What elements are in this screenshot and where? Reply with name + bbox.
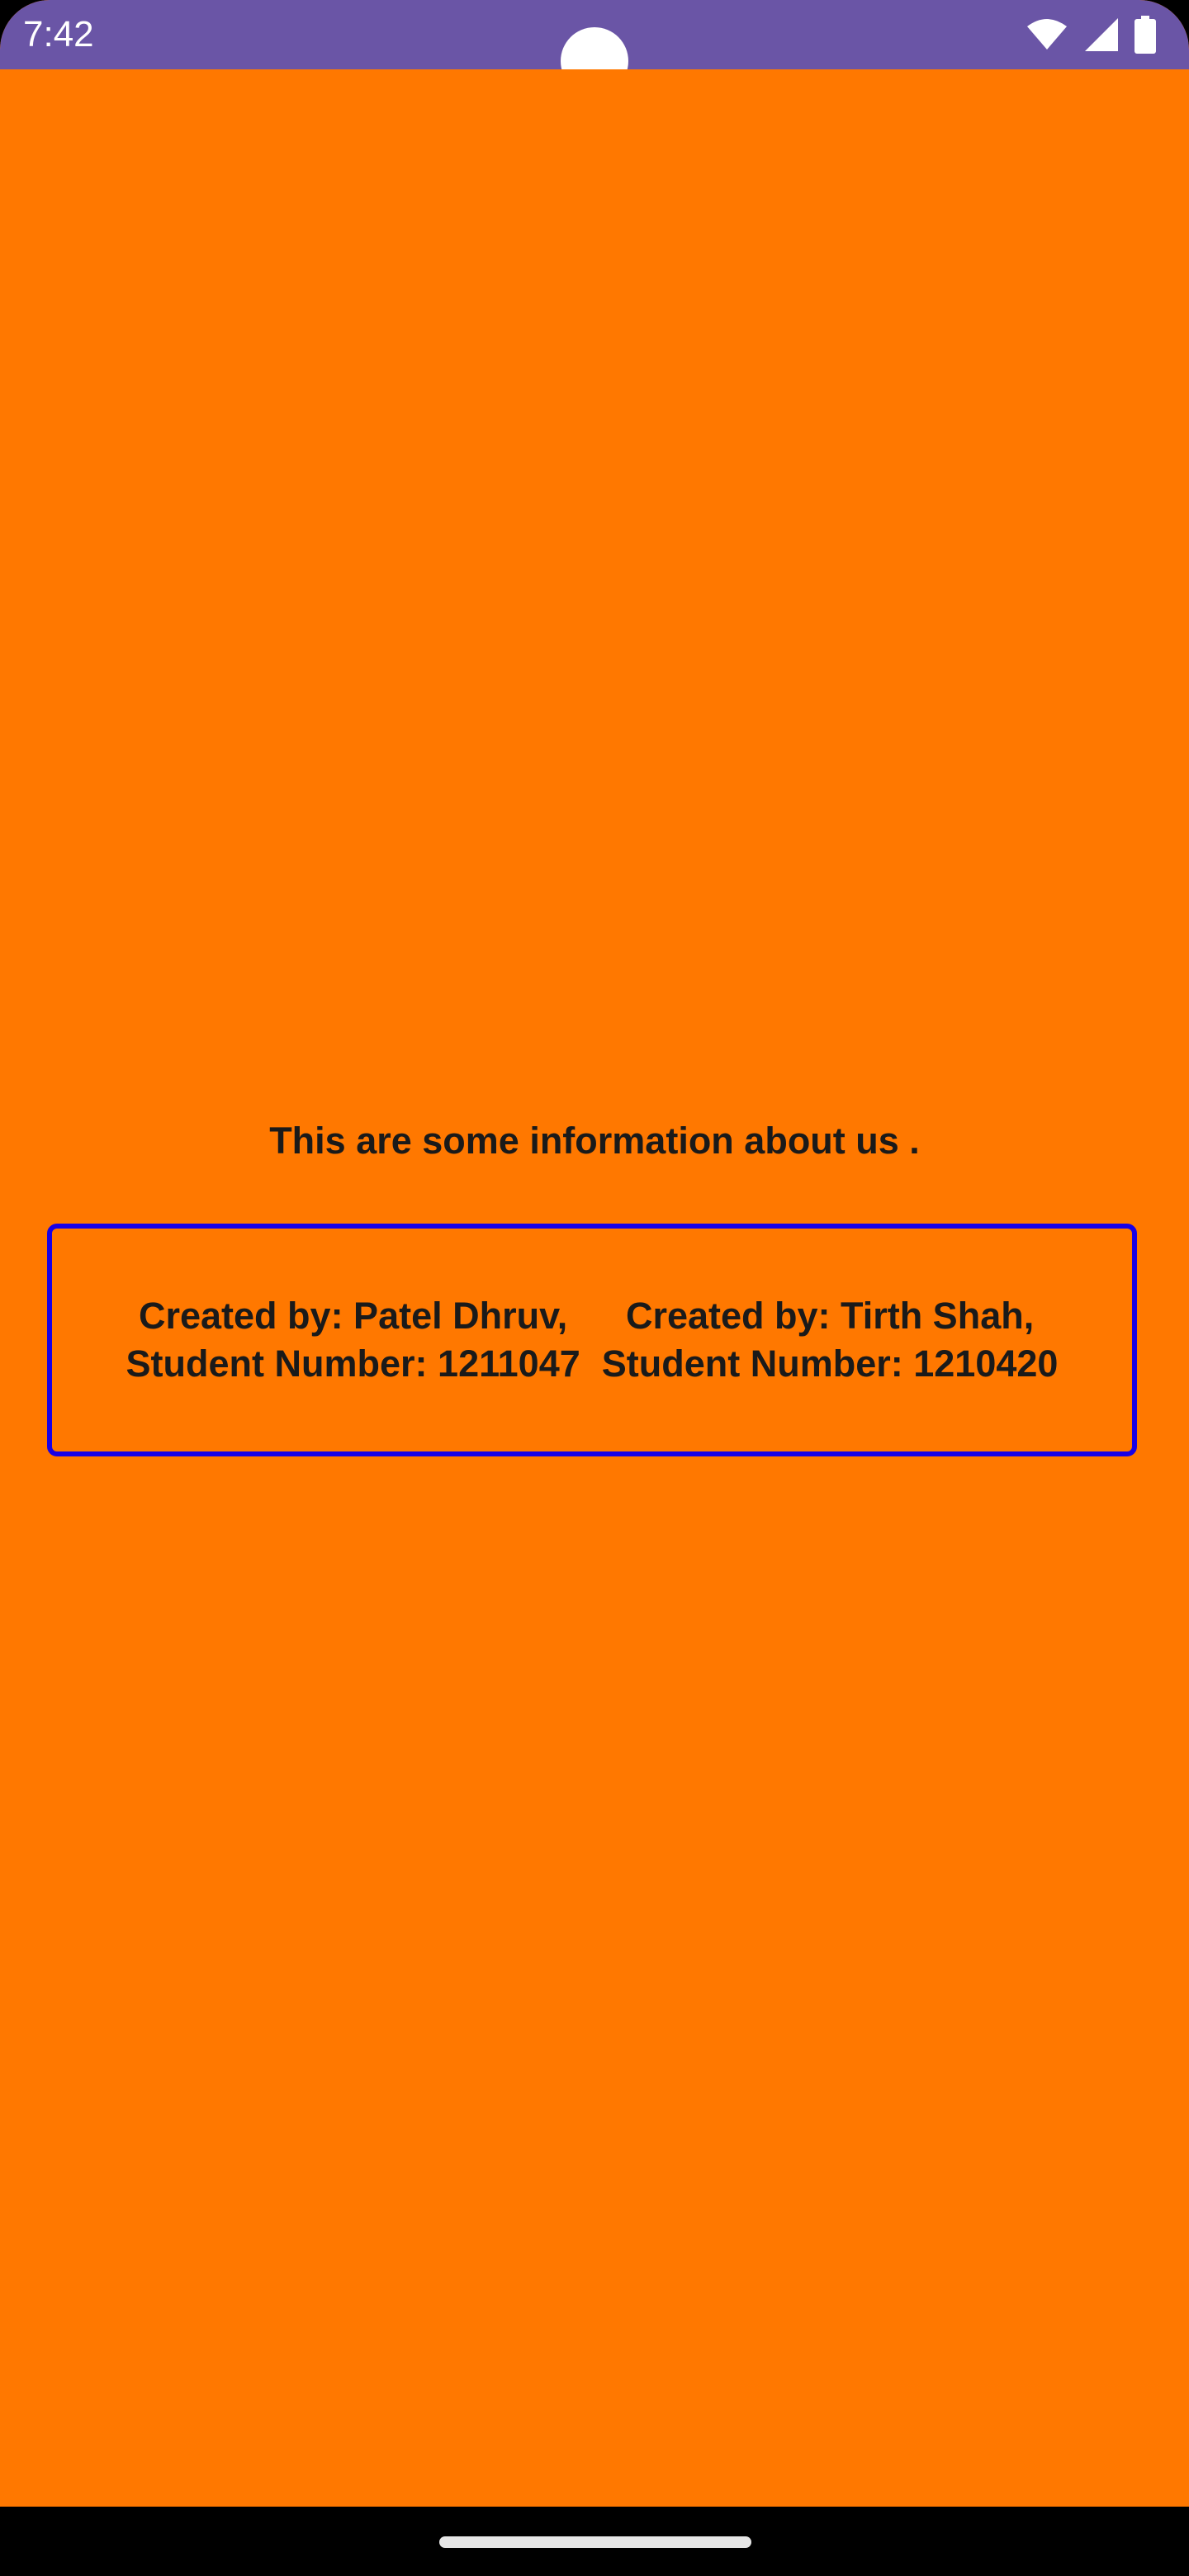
phone-screen: 7:42 This are some information about us …	[0, 0, 1189, 2576]
creator-student-number: Student Number: 1211047	[126, 1342, 580, 1385]
status-icons	[1026, 15, 1156, 54]
creators-info-box: Created by: Patel Dhruv, Student Number:…	[47, 1224, 1137, 1456]
creator-student-number: Student Number: 1210420	[601, 1342, 1059, 1385]
creator-name: Created by: Patel Dhruv,	[138, 1295, 568, 1337]
creator-card: Created by: Patel Dhruv, Student Number:…	[116, 1292, 591, 1388]
creator-card: Created by: Tirth Shah, Student Number: …	[591, 1292, 1069, 1388]
cellular-signal-icon	[1085, 18, 1118, 51]
about-heading: This are some information about us .	[269, 1120, 920, 1162]
navigation-bar	[0, 2507, 1189, 2576]
creator-name: Created by: Tirth Shah,	[625, 1295, 1035, 1337]
about-content: This are some information about us . Cre…	[0, 69, 1189, 2507]
status-time: 7:42	[23, 14, 94, 54]
home-gesture-pill[interactable]	[439, 2536, 751, 2548]
battery-icon	[1135, 16, 1156, 54]
wifi-icon	[1027, 19, 1067, 50]
